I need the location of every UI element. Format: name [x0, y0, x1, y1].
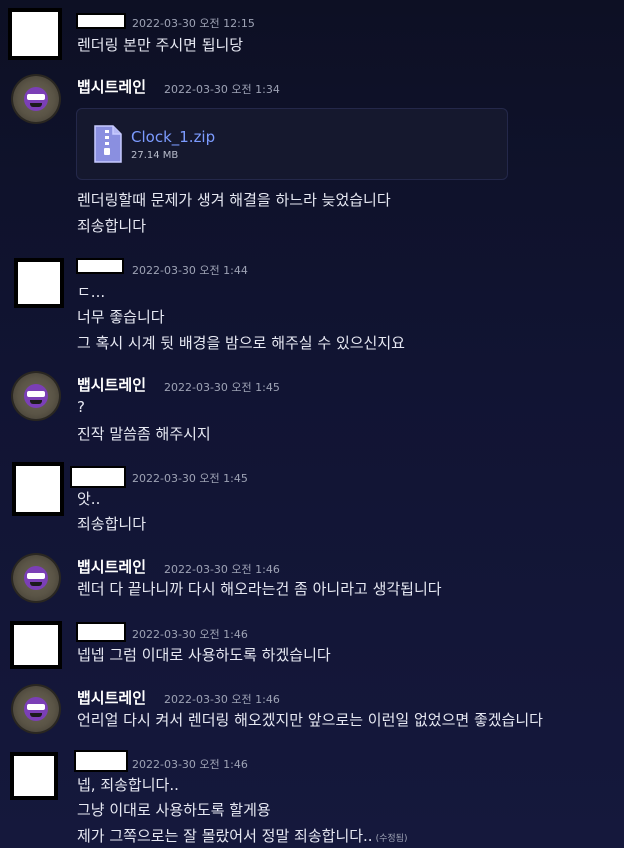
author-name-redacted[interactable] [76, 258, 124, 274]
avatar-redacted[interactable] [10, 621, 62, 669]
message-text: 넵넵 그럼 이대로 사용하도록 하겠습니다 [77, 646, 331, 664]
message-text: 언리얼 다시 켜서 렌더링 해오겠지만 앞으로는 이런일 없었으면 좋겠습니다 [77, 711, 543, 729]
message-timestamp: 2022-03-30 오전 1:46 [164, 563, 280, 576]
message-text: 그냥 이대로 사용하도록 할게용 [77, 801, 271, 819]
message-timestamp: 2022-03-30 오전 1:45 [164, 381, 280, 394]
message-text: 제가 그쪽으로는 잘 몰랐어서 정말 죄송합니다.. [77, 827, 373, 845]
message-text-edited: 제가 그쪽으로는 잘 몰랐어서 정말 죄송합니다.. (수정됨) [77, 825, 407, 846]
message-text: 넵, 죄송합니다.. [77, 776, 179, 794]
message-text: 렌더 다 끝나니까 다시 해오라는건 좀 아니라고 생각됩니다 [77, 580, 442, 598]
message-text: 앗.. [77, 490, 101, 508]
zip-file-icon [94, 125, 122, 163]
message-timestamp: 2022-03-30 오전 12:15 [132, 17, 255, 30]
message-timestamp: 2022-03-30 오전 1:46 [164, 693, 280, 706]
author-name-redacted[interactable] [70, 466, 126, 488]
author-name[interactable]: 뱁시트레인 [77, 374, 146, 395]
avatar-redacted[interactable] [12, 462, 64, 516]
message-text: 죄송합니다 [77, 515, 147, 533]
message-text: ㄷ... [77, 283, 106, 301]
message-text: 그 혹시 시계 뒷 배경을 밤으로 해주실 수 있으신지요 [77, 334, 405, 352]
message-timestamp: 2022-03-30 오전 1:45 [132, 472, 248, 485]
bot-avatar[interactable] [13, 373, 59, 419]
edited-label: (수정됨) [375, 834, 408, 844]
author-name[interactable]: 뱁시트레인 [77, 556, 146, 577]
avatar-redacted[interactable] [14, 258, 64, 308]
author-name[interactable]: 뱁시트레인 [77, 76, 146, 97]
author-name[interactable]: 뱁시트레인 [77, 687, 146, 708]
message-text: 렌더링 본만 주시면 됩니당 [77, 36, 244, 54]
avatar-redacted[interactable] [10, 752, 58, 800]
author-name-redacted[interactable] [74, 750, 128, 772]
message-text: 진작 말씀좀 해주시지 [77, 425, 211, 443]
bot-avatar[interactable] [13, 555, 59, 601]
avatar-redacted[interactable] [8, 8, 62, 60]
message-text: ? [77, 398, 85, 416]
file-name-link[interactable]: Clock_1.zip [131, 128, 215, 146]
author-name-redacted[interactable] [76, 622, 126, 642]
author-name-redacted[interactable] [76, 13, 126, 29]
file-attachment[interactable]: Clock_1.zip 27.14 MB [76, 108, 508, 180]
message-timestamp: 2022-03-30 오전 1:46 [132, 628, 248, 641]
bot-avatar[interactable] [13, 686, 59, 732]
message-timestamp: 2022-03-30 오전 1:44 [132, 264, 248, 277]
message-text: 너무 좋습니다 [77, 308, 165, 326]
message-text: 렌더링할때 문제가 생겨 해결을 하느라 늦었습니다 [77, 191, 391, 209]
message-timestamp: 2022-03-30 오전 1:34 [164, 83, 280, 96]
bot-avatar[interactable] [13, 76, 59, 122]
message-timestamp: 2022-03-30 오전 1:46 [132, 758, 248, 771]
message-text: 죄송합니다 [77, 217, 147, 235]
file-size: 27.14 MB [131, 150, 179, 161]
